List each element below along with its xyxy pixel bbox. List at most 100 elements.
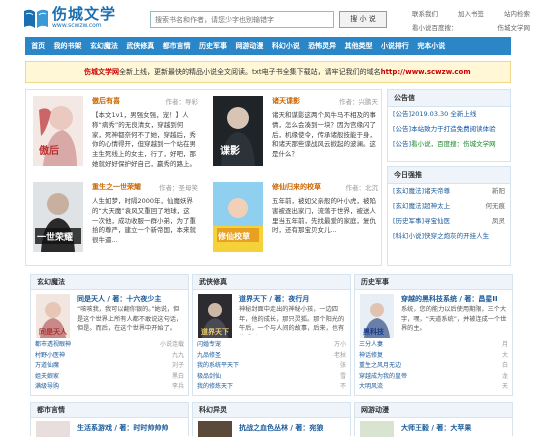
svg-text:同是天人: 同是天人 <box>39 327 68 336</box>
category-header: 网游动漫 <box>355 403 512 418</box>
category-top-title[interactable]: 大师王毅 / 著：大苹果 <box>401 423 471 433</box>
nav-bookshelf[interactable]: 我的书架 <box>49 41 85 51</box>
notice-text: 全新上线，更新最快的精品小说全文阅读。txt电子书全集下载站，请牢记我们的域名 <box>119 68 381 76</box>
category-list-item[interactable]: 姐夫娘家 黑白 <box>35 372 184 383</box>
book-title[interactable]: 修仙归来的校草 <box>272 182 321 192</box>
category-list-item[interactable]: 九品修圣 老秋 <box>197 351 346 362</box>
baidu-tip-site: 伤城文学网 <box>497 24 531 32</box>
ranking-item[interactable]: [科幻小说]快穿之炮灰的开挂人生 <box>388 229 510 244</box>
category-box: 科幻异灵 抗战之血色丛林 / 著：宛狼 <box>192 402 351 437</box>
svg-text:修仙校草: 修仙校草 <box>217 231 250 241</box>
ranking-item[interactable]: [玄幻魔法]诸天帝尊 新阳 <box>388 184 510 199</box>
category-top-title[interactable]: 生活系游戏 / 著：时时帅帅帅 <box>77 423 168 433</box>
category-cover[interactable]: 道界天下 <box>198 294 232 338</box>
category-cover[interactable] <box>198 421 232 437</box>
announce-item[interactable]: [公告]本站致力于打造免费阅读体验 <box>388 122 510 137</box>
category-list-item[interactable]: 村野小医神 九九 <box>35 351 184 362</box>
book-desc: 人生如梦，时隔2000年，仙魔妖界的“大天魔”袁风又重回了地球，这一次他，成功收… <box>92 197 196 245</box>
featured-box: 傲后 傲后有喜 作者：导彩 【本文1v1，男强女强，宠！】人称“病秀”的无良清女… <box>25 89 382 266</box>
header: 伤城文学 www.scwzw.com 搜 小 说 联系我们 加入书签 站内检索 … <box>0 0 536 38</box>
category-list-item[interactable]: 极品剑仙雪 <box>197 372 346 383</box>
category-top-title[interactable]: 同是天人 / 著：十六夜少主 <box>77 294 161 304</box>
featured-book[interactable]: 修仙校草 修仙归来的校草 作者：北沉 五年前，被如父亲般的叶小虎，被陷害被逐出家… <box>206 176 382 262</box>
category-header: 武侠修真 <box>193 275 350 290</box>
book-logo-icon <box>22 6 50 30</box>
nav-fantasy[interactable]: 玄幻魔法 <box>86 41 122 51</box>
search-button[interactable]: 搜 小 说 <box>339 11 387 28</box>
category-cover[interactable] <box>36 421 70 437</box>
notice-link[interactable]: http://www.scwzw.com <box>381 68 471 76</box>
category-box: 都市言情 生活系游戏 / 著：时时帅帅帅 <box>30 402 189 437</box>
category-list-item[interactable]: 我的修炼天下不 <box>197 382 346 393</box>
announce-header: 公告信 <box>388 90 510 107</box>
book-title[interactable]: 傲后有喜 <box>92 96 120 106</box>
svg-text:一世荣耀: 一世荣耀 <box>37 231 73 243</box>
category-top-desc: “咳咳我，我可以翻你银的。”她说，但是这个世界上所有人都不敢说这句话，但是。而后… <box>77 306 183 333</box>
category-list-item[interactable]: 闪婚专宠 万小 <box>197 340 346 351</box>
category-top-desc: 系统，您的能力以后使用期限，三个大字，嘿，“天道系统”，并被连成一个世界的主。 <box>401 306 507 333</box>
site-search-link[interactable]: 站内检索 <box>504 7 530 21</box>
category-header: 科幻异灵 <box>193 403 350 418</box>
book-author: 作者：北沉 <box>345 184 379 192</box>
book-author: 作者：导彩 <box>165 98 199 106</box>
nav-history[interactable]: 历史军事 <box>195 41 231 51</box>
category-header: 玄幻魔法 <box>31 275 188 290</box>
featured-book[interactable]: 一世荣耀 重生之一世荣耀 作者：圣母笑 人生如梦，时隔2000年，仙魔妖界的“大… <box>26 176 202 262</box>
ranking-box: 今日强推 [玄幻魔法]诸天帝尊 新阳 [玄幻魔法]超神太上 何无痕 [历史军事]寻宝… <box>387 166 511 266</box>
category-list-item[interactable]: 三分人妻月 <box>359 340 508 351</box>
svg-text:傲后: 傲后 <box>39 144 59 157</box>
ranking-item[interactable]: [历史军事]寻宝仙医 凤灵 <box>388 214 510 229</box>
category-cover[interactable]: 黑科技 <box>360 294 394 338</box>
announce-box: 公告信 [公告]2019.03.30 全新上线 [公告]本站致力于打造免费阅读体… <box>387 89 511 162</box>
announce-item[interactable]: [公告]看小说，百度搜：伤城文学网 <box>388 137 510 152</box>
nav-game[interactable]: 网游动漫 <box>231 41 267 51</box>
svg-text:黑科技: 黑科技 <box>363 327 385 336</box>
category-list-item[interactable]: 万道仙魔 刘子 <box>35 361 184 372</box>
ranking-item[interactable]: [玄幻魔法]超神太上 何无痕 <box>388 199 510 214</box>
svg-text:谍影: 谍影 <box>220 144 240 157</box>
category-list-item[interactable]: 满级导购 李兵 <box>35 382 184 393</box>
book-cover[interactable]: 谍影 <box>213 96 263 166</box>
category-list-item[interactable]: 都市透视眼神 小说连载 <box>35 340 184 351</box>
nav-scifi[interactable]: 科幻小说 <box>268 41 304 51</box>
category-cover[interactable]: 同是天人 <box>36 294 70 338</box>
category-top-desc: 神秘封面中走出的神秘小孩，一边四年，他的成长，那只灵狐。那个阳光的午后，一个与人… <box>239 306 345 335</box>
nav-wuxia[interactable]: 武侠修真 <box>122 41 158 51</box>
category-list-item[interactable]: 重生之风月无边白 <box>359 361 508 372</box>
book-desc: 五年前，被如父亲般的叶小虎，被陷害被逐出家门，流落于世界，被送人里当五年前，先找… <box>272 197 376 235</box>
category-list-item[interactable]: 神话修复大 <box>359 351 508 362</box>
book-cover[interactable]: 傲后 <box>33 96 83 166</box>
category-list-item[interactable]: 我的系统平天下张 <box>197 361 346 372</box>
category-list-item[interactable]: 大明风流天 <box>359 382 508 393</box>
nav-horror[interactable]: 恐怖灵异 <box>304 41 340 51</box>
baidu-tip: 看小说百度搜： <box>412 24 458 32</box>
book-cover[interactable]: 修仙校草 <box>213 182 263 252</box>
book-title[interactable]: 重生之一世荣耀 <box>92 182 141 192</box>
category-top-title[interactable]: 穿越的黑科技系统 / 著：昌星II <box>401 294 498 304</box>
category-list-item[interactable]: 穿越成为我的皇帝龙 <box>359 372 508 383</box>
featured-book[interactable]: 谍影 诸天谍影 作者：兴鹏天 诸天和谋影这两个风牛马不相及的事情，怎么会凑到一块… <box>206 90 382 176</box>
nav-home[interactable]: 首页 <box>27 41 49 51</box>
featured-book[interactable]: 傲后 傲后有喜 作者：导彩 【本文1v1，男强女强，宠！】人称“病秀”的无良清女… <box>26 90 202 176</box>
nav-complete[interactable]: 完本小说 <box>413 41 449 51</box>
search-input[interactable] <box>150 11 334 28</box>
category-box: 武侠修真 道界天下 道界天下 / 著：夜行月 神秘封面中走出的神秘小孩，一边四年… <box>192 274 351 396</box>
category-cover[interactable] <box>360 421 394 437</box>
category-header: 历史军事 <box>355 275 512 290</box>
announce-item[interactable]: [公告]2019.03.30 全新上线 <box>388 107 510 122</box>
site-logo[interactable]: 伤城文学 www.scwzw.com <box>22 6 116 30</box>
category-box: 网游动漫 大师王毅 / 著：大苹果 <box>354 402 513 437</box>
category-header: 都市言情 <box>31 403 188 418</box>
nav-urban[interactable]: 都市言情 <box>159 41 195 51</box>
nav-ranking[interactable]: 小说排行 <box>377 41 413 51</box>
category-box: 玄幻魔法 同是天人 同是天人 / 著：十六夜少主 “咳咳我，我可以翻你银的。”她… <box>30 274 189 396</box>
book-author: 作者：兴鹏天 <box>339 98 378 106</box>
category-top-title[interactable]: 道界天下 / 著：夜行月 <box>239 294 309 304</box>
notice-brand: 伤城文学网 <box>84 68 119 76</box>
book-title[interactable]: 诸天谍影 <box>272 96 300 106</box>
book-cover[interactable]: 一世荣耀 <box>33 182 83 252</box>
contact-link[interactable]: 联系我们 <box>412 7 438 21</box>
bookmark-link[interactable]: 加入书签 <box>458 7 484 21</box>
category-top-title[interactable]: 抗战之血色丛林 / 著：宛狼 <box>239 423 323 433</box>
nav-other[interactable]: 其他类型 <box>340 41 376 51</box>
